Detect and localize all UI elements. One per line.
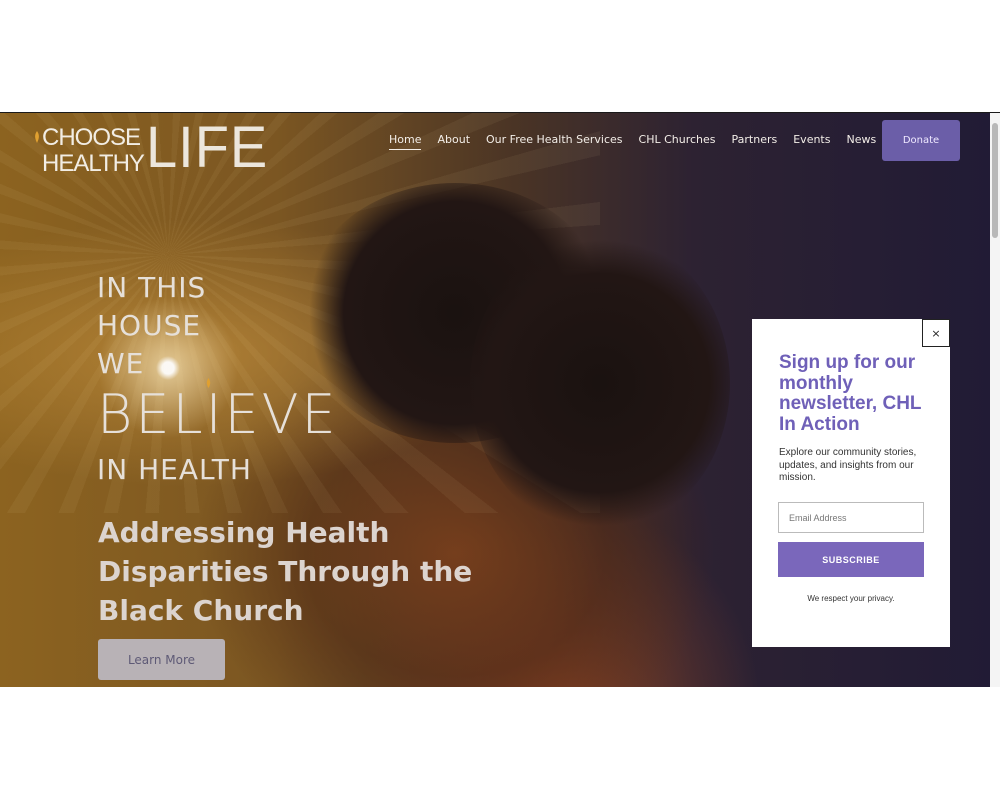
hero-photo-hair-right (470, 233, 730, 533)
scrollbar-thumb[interactable] (992, 123, 998, 238)
close-icon[interactable]: × (922, 319, 950, 347)
tagline-believe: BELIEVE (97, 383, 339, 446)
site-logo[interactable]: CHOOSE HEALTHY LIFE (34, 117, 267, 181)
main-nav: Home About Our Free Health Services CHL … (389, 133, 892, 150)
popup-description: Explore our community stories, updates, … (779, 447, 917, 483)
flame-icon (206, 378, 211, 388)
tagline-line-1: IN THIS (97, 271, 207, 304)
logo-line1: CHOOSE (42, 124, 141, 151)
learn-more-button[interactable]: Learn More (98, 639, 225, 680)
wheat-icon (35, 131, 39, 143)
nav-news[interactable]: News (846, 133, 876, 150)
tagline-line-2: HOUSE (97, 309, 202, 342)
logo-word: LIFE (146, 113, 269, 180)
popup-title: Sign up for our monthly newsletter, CHL … (779, 352, 922, 435)
logo-line2: HEALTHY (42, 150, 145, 177)
nav-free-health-services[interactable]: Our Free Health Services (486, 133, 623, 150)
email-field[interactable] (778, 502, 924, 533)
nav-chl-churches[interactable]: CHL Churches (639, 133, 716, 150)
privacy-note: We respect your privacy. (807, 594, 895, 603)
nav-partners[interactable]: Partners (732, 133, 778, 150)
tagline-line-3: WE (97, 347, 145, 380)
nav-about[interactable]: About (437, 133, 470, 150)
nav-events[interactable]: Events (793, 133, 830, 150)
subscribe-button[interactable]: SUBSCRIBE (778, 542, 924, 577)
nav-home[interactable]: Home (389, 133, 422, 150)
tagline-line-5: IN HEALTH (97, 453, 252, 486)
hero-subheadline: Addressing Health Disparities Through th… (98, 516, 473, 627)
donate-button[interactable]: Donate (882, 120, 960, 161)
